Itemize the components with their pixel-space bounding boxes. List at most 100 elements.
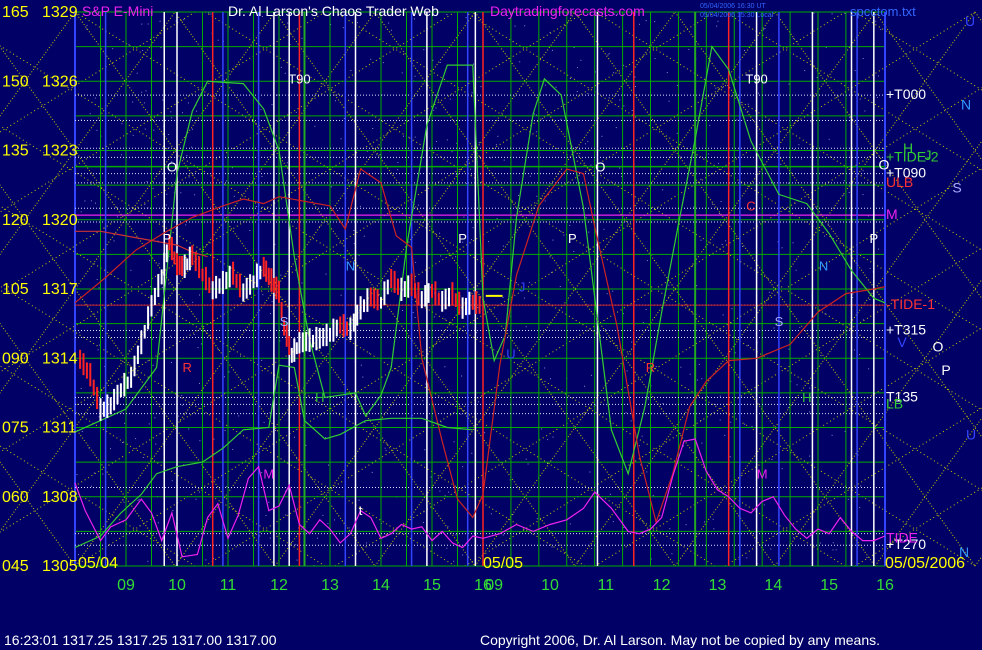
right-side-letter: N: [961, 96, 971, 112]
star-dot: [362, 376, 364, 378]
star-dot: [208, 12, 210, 14]
date-label-mid: 05/05: [483, 555, 523, 572]
star-dot: [191, 146, 193, 148]
chart-marker-label: R: [646, 360, 655, 375]
star-dot: [286, 162, 288, 164]
right-level-label: -TIDE-1: [886, 296, 935, 312]
star-dot: [809, 455, 811, 457]
y-axis-degree-label: 090: [2, 350, 29, 367]
star-dot: [621, 175, 622, 177]
star-dot: [792, 242, 794, 244]
star-dot: [439, 62, 441, 63]
star-dot: [376, 154, 378, 156]
status-line: 16:23:01 1317.25 1317.25 1317.00 1317.00: [4, 632, 277, 648]
star-dot: [730, 421, 732, 423]
star-dot: [523, 297, 525, 299]
star-dot: [788, 348, 790, 350]
x-axis-hour-label: 15: [423, 577, 441, 594]
star-dot: [128, 44, 130, 46]
star-dot: [446, 14, 448, 15]
chart-marker-label: P: [458, 231, 467, 246]
title-site: Daytradingforecasts.com: [490, 3, 645, 19]
star-dot: [162, 99, 164, 101]
star-dot: [536, 195, 538, 197]
star-dot: [843, 180, 845, 182]
star-dot: [473, 63, 474, 65]
star-dot: [192, 301, 194, 303]
star-dot: [284, 72, 286, 74]
star-dot: [305, 444, 307, 446]
star-dot: [183, 19, 185, 21]
star-dot: [720, 201, 722, 202]
star-dot: [423, 49, 425, 51]
star-dot: [869, 267, 871, 269]
star-dot: [193, 334, 195, 335]
star-dot: [831, 434, 833, 436]
star-dot: [422, 522, 424, 523]
star-dot: [171, 362, 172, 363]
star-dot: [210, 13, 212, 15]
star-dot: [849, 116, 851, 118]
star-dot: [262, 294, 264, 296]
star-dot: [112, 48, 114, 50]
star-dot: [787, 407, 789, 409]
star-dot: [238, 415, 240, 417]
star-dot: [269, 412, 271, 414]
star-dot: [217, 349, 219, 350]
star-dot: [186, 155, 188, 157]
star-dot: [573, 251, 575, 252]
star-dot: [580, 59, 582, 61]
star-dot: [188, 428, 190, 430]
star-dot: [763, 29, 765, 31]
star-dot: [439, 232, 440, 234]
star-dot: [171, 480, 173, 482]
star-dot: [820, 355, 822, 357]
star-dot: [560, 231, 562, 233]
star-dot: [366, 542, 368, 544]
star-dot: [470, 239, 472, 241]
star-dot: [827, 224, 829, 226]
star-dot: [232, 448, 234, 450]
right-side-letter: U: [965, 13, 975, 29]
title-instrument: S&P E-Mini: [82, 3, 153, 19]
star-dot: [579, 153, 581, 154]
star-dot: [90, 183, 92, 185]
star-dot: [707, 153, 709, 155]
star-dot: [563, 234, 565, 236]
star-dot: [746, 557, 748, 559]
x-axis-hour-label: 15: [820, 577, 838, 594]
star-dot: [798, 144, 800, 146]
star-dot: [155, 443, 157, 445]
star-dot: [455, 534, 457, 536]
x-axis-hour-label: 13: [321, 577, 339, 594]
star-dot: [668, 284, 670, 286]
star-dot: [549, 256, 551, 258]
star-dot: [342, 27, 344, 29]
star-dot: [280, 66, 282, 68]
star-dot: [878, 248, 880, 250]
star-dot: [495, 144, 497, 146]
star-dot: [853, 261, 855, 263]
star-dot: [433, 109, 435, 111]
right-side-letter: O: [933, 339, 944, 355]
star-dot: [877, 75, 879, 77]
star-dot: [709, 124, 711, 126]
star-dot: [172, 510, 174, 511]
star-dot: [748, 344, 749, 346]
star-dot: [869, 299, 871, 300]
date-label-end: 05/05/2006: [885, 555, 965, 572]
star-dot: [94, 97, 96, 99]
star-dot: [758, 92, 759, 94]
star-dot: [502, 245, 504, 247]
star-dot: [626, 370, 628, 372]
star-dot: [781, 247, 783, 249]
star-dot: [430, 286, 431, 288]
star-dot: [689, 373, 691, 375]
star-dot: [444, 366, 446, 368]
star-dot: [488, 241, 489, 243]
chart-marker-label: M: [263, 466, 274, 481]
star-dot: [96, 129, 98, 131]
star-dot: [853, 349, 855, 351]
star-dot: [388, 22, 390, 24]
star-dot: [371, 471, 373, 473]
